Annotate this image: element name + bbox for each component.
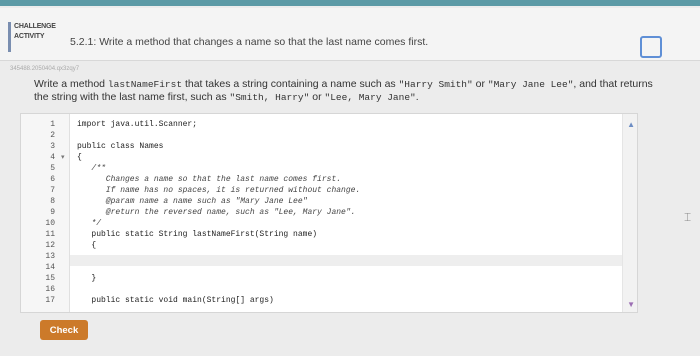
desc-method-name: lastNameFirst — [107, 79, 183, 90]
code-line[interactable]: public static String lastNameFirst(Strin… — [77, 230, 317, 241]
line-number: 13 — [45, 252, 55, 261]
code-line[interactable]: { — [77, 241, 96, 252]
line-number: 11 — [45, 230, 55, 239]
line-number: 17 — [45, 296, 55, 305]
line-number-gutter: 1 2 3 4 5 6 7 8 9 10 11 12 13 14 15 16 1… — [21, 114, 70, 312]
activity-type-label-line2: ACTIVITY — [14, 33, 45, 40]
code-line[interactable]: public class Names — [77, 142, 163, 153]
line-number: 9 — [50, 208, 55, 217]
problem-description: Write a method lastNameFirst that takes … — [34, 78, 654, 104]
activity-id: 345488.2050404.qx3zqy7 — [10, 66, 80, 72]
desc-mid4: or — [309, 91, 325, 103]
code-line[interactable]: public static void main(String[] args) — [77, 296, 273, 307]
line-number: 5 — [50, 164, 55, 173]
line-number: 12 — [45, 241, 55, 250]
line-number: 4 — [50, 153, 55, 162]
desc-mid2: or — [472, 78, 488, 90]
line-number: 1 — [50, 120, 55, 129]
desc-example1: "Harry Smith" — [398, 79, 473, 90]
code-line[interactable]: /** — [77, 164, 105, 175]
desc-example2: "Mary Jane Lee" — [487, 79, 574, 90]
fold-marker-icon[interactable]: ▾ — [61, 153, 65, 161]
desc-result2: "Lee, Mary Jane" — [324, 92, 416, 103]
mouse-cursor-icon: ⌶ — [684, 210, 692, 224]
code-editor[interactable]: 1 2 3 4 5 6 7 8 9 10 11 12 13 14 15 16 1… — [20, 113, 638, 313]
activity-header: CHALLENGE ACTIVITY 5.2.1: Write a method… — [0, 8, 700, 61]
line-number: 6 — [50, 175, 55, 184]
activity-type-label-line1: CHALLENGE — [14, 23, 56, 30]
code-line[interactable]: */ — [77, 219, 101, 230]
code-line[interactable]: @param name a name such as "Mary Jane Le… — [77, 197, 308, 208]
code-line[interactable]: Changes a name so that the last name com… — [77, 175, 341, 186]
code-line[interactable]: import java.util.Scanner; — [77, 120, 197, 131]
editor-scrollbar[interactable]: ▲ ▼ — [622, 114, 637, 312]
chevron-down-icon[interactable]: ▼ — [627, 300, 635, 309]
line-number: 2 — [50, 131, 55, 140]
check-button[interactable]: Check — [40, 320, 88, 340]
line-number: 15 — [45, 274, 55, 283]
line-number: 10 — [45, 219, 55, 228]
activity-title: 5.2.1: Write a method that changes a nam… — [70, 36, 429, 48]
code-line[interactable]: @return the reversed name, such as "Lee,… — [77, 208, 356, 219]
code-line[interactable]: { — [77, 153, 82, 164]
code-line[interactable]: } — [77, 274, 96, 285]
activity-type-label: CHALLENGE ACTIVITY — [8, 22, 56, 52]
code-line[interactable]: If name has no spaces, it is returned wi… — [77, 186, 360, 197]
desc-prefix: Write a method — [34, 78, 108, 90]
top-accent-bar — [0, 0, 700, 6]
line-number: 8 — [50, 197, 55, 206]
line-number: 3 — [50, 142, 55, 151]
line-number: 16 — [45, 285, 55, 294]
completion-status-icon — [640, 36, 662, 58]
chevron-up-icon[interactable]: ▲ — [627, 120, 635, 129]
line-number: 7 — [50, 186, 55, 195]
desc-result1: "Smith, Harry" — [229, 92, 310, 103]
desc-mid1: that takes a string containing a name su… — [182, 78, 399, 90]
active-line-highlight — [21, 255, 637, 266]
line-number: 14 — [45, 263, 55, 272]
desc-suffix: . — [415, 91, 419, 103]
